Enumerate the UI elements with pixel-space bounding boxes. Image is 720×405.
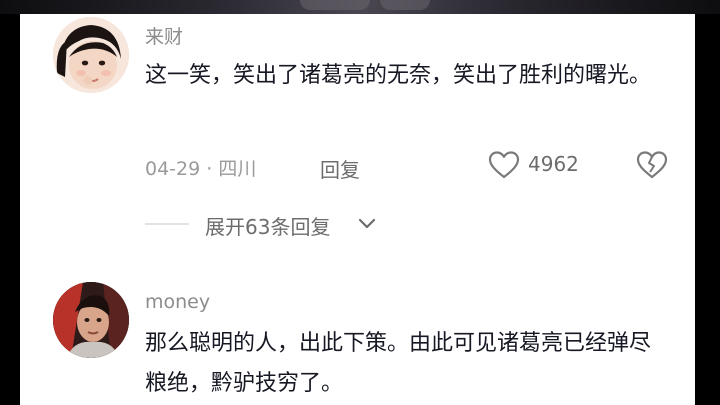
comment-meta: 04-29 · 四川 回复	[145, 154, 360, 182]
reply-button[interactable]: 回复	[320, 154, 360, 183]
avatar[interactable]	[53, 17, 129, 93]
like-count: 4962	[528, 152, 579, 176]
video-backdrop-strip	[0, 0, 720, 14]
comment-text: 那么聪明的人，出此下策。由此可见诸葛亮已经弹尽粮绝，黔驴技穷了。	[145, 331, 652, 396]
chevron-down-icon	[357, 215, 377, 233]
heart-outline-icon[interactable]	[488, 150, 520, 180]
comment-date-location: 04-29 · 四川	[145, 158, 257, 180]
username[interactable]: money	[145, 291, 210, 313]
divider-line	[145, 223, 189, 225]
expand-replies-label: 展开63条回复	[205, 215, 331, 239]
comment-text: 这一笑，笑出了诸葛亮的无奈，笑出了胜利的曙光。	[145, 63, 652, 88]
screen: 来财 这一笑，笑出了诸葛亮的无奈，笑出了胜利的曙光。 04-29 · 四川 回复…	[0, 0, 720, 405]
username[interactable]: 来财	[145, 22, 183, 49]
broken-heart-icon[interactable]	[636, 150, 668, 180]
avatar[interactable]	[53, 282, 129, 358]
comment-panel[interactable]: 来财 这一笑，笑出了诸葛亮的无奈，笑出了胜利的曙光。 04-29 · 四川 回复…	[20, 14, 695, 405]
